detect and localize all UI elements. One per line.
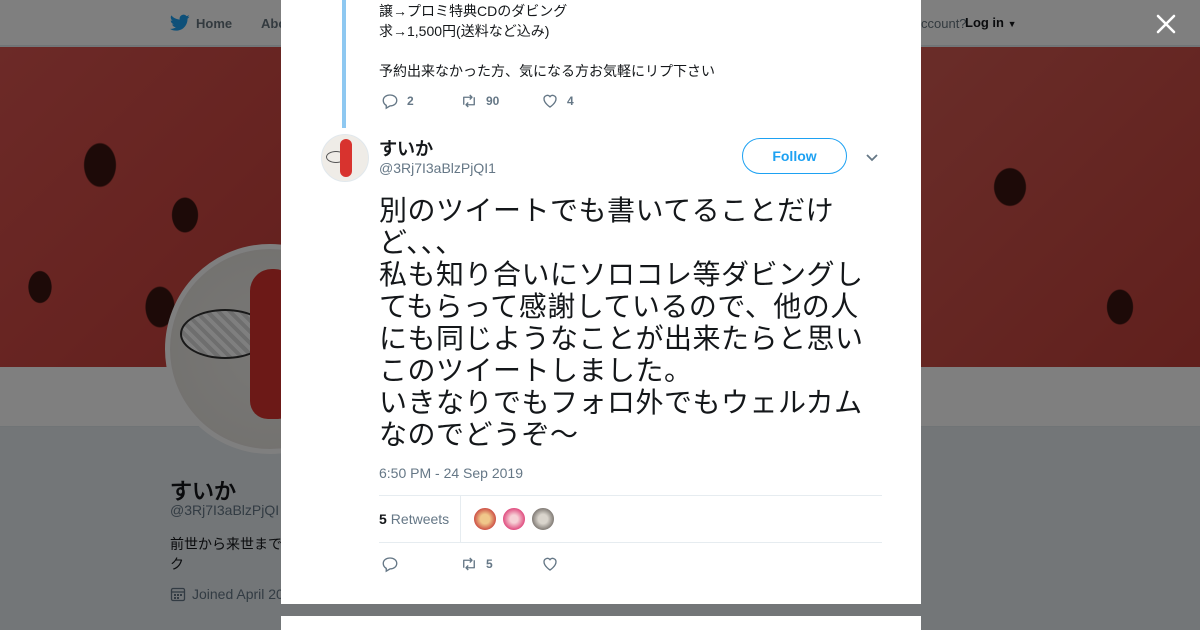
tweet-text-line: なのでどうぞ～ bbox=[379, 419, 579, 450]
tweet-actions: 5 bbox=[381, 555, 559, 573]
reply-icon bbox=[382, 557, 398, 573]
close-icon[interactable] bbox=[1152, 10, 1180, 38]
like-action[interactable]: 4 bbox=[541, 92, 574, 110]
like-count: 4 bbox=[567, 94, 574, 108]
avatar-drawing-body bbox=[340, 139, 352, 177]
previous-tweet-line: 求→1,500円(送料など込み) bbox=[379, 23, 550, 39]
retweets-label: Retweets bbox=[390, 511, 450, 527]
stats-divider bbox=[460, 496, 461, 542]
previous-tweet-text: 譲→プロミ特典CDのダビング 求→1,500円(送料など込み) 予約出来なかった… bbox=[379, 1, 715, 81]
retweet-count: 90 bbox=[486, 94, 500, 108]
reply-count: 2 bbox=[407, 94, 414, 108]
tweet-text-line: 別のツイートでも書いてることだけ bbox=[379, 195, 835, 226]
previous-tweet-line: 予約出来なかった方、気になる方お気軽にリプ下さい bbox=[379, 63, 715, 79]
retweet-icon bbox=[463, 94, 475, 108]
previous-tweet-line: 譲→プロミ特典CDのダビング bbox=[379, 3, 568, 19]
retweets-count: 5 bbox=[379, 511, 387, 527]
retweeter-avatar[interactable] bbox=[473, 507, 497, 531]
previous-tweet-actions: 2 90 4 bbox=[381, 92, 574, 110]
tweet-text-line: ど、、、 bbox=[379, 227, 464, 258]
reply-action[interactable] bbox=[381, 555, 460, 573]
like-icon bbox=[543, 94, 557, 108]
conversation-thread-line bbox=[342, 0, 346, 128]
retweet-action[interactable]: 5 bbox=[460, 555, 541, 573]
reply-action[interactable]: 2 bbox=[381, 92, 460, 110]
tweet-text-line: いきなりでもフォロ外でもウェルカム bbox=[379, 387, 863, 418]
next-tweet-panel bbox=[281, 616, 921, 630]
tweet-text-line: このツイートしました。 bbox=[379, 355, 693, 386]
tweet-timestamp[interactable]: 6:50 PM - 24 Sep 2019 bbox=[379, 465, 523, 481]
follow-button[interactable]: Follow bbox=[742, 138, 847, 174]
tweet-text-line: てもらって感謝しているので、他の人 bbox=[379, 291, 859, 322]
retweeter-avatar[interactable] bbox=[502, 507, 526, 531]
tweet-stats: 5 Retweets bbox=[379, 495, 882, 543]
tweet-text-line: 私も知り合いにソロコレ等ダビングし bbox=[379, 259, 864, 290]
tweet-author-avatar[interactable] bbox=[321, 134, 369, 182]
retweet-count: 5 bbox=[486, 557, 493, 571]
retweeter-avatar[interactable] bbox=[531, 507, 555, 531]
tweet-author-handle[interactable]: @3Rj7I3aBlzPjQI1 bbox=[379, 160, 496, 176]
tweet-text-line: にも同じようなことが出来たらと思い bbox=[379, 323, 864, 354]
like-action[interactable] bbox=[541, 555, 559, 573]
retweets-stat[interactable]: 5 Retweets bbox=[379, 511, 449, 527]
retweet-icon bbox=[463, 557, 475, 571]
previous-tweet-line bbox=[379, 41, 715, 61]
tweet-text: 別のツイートでも書いてることだけ ど、、、 私も知り合いにソロコレ等ダビングし … bbox=[379, 195, 869, 451]
reply-icon bbox=[382, 94, 398, 110]
like-icon bbox=[543, 557, 557, 571]
retweet-action[interactable]: 90 bbox=[460, 92, 541, 110]
tweet-author-name[interactable]: すいか bbox=[379, 135, 433, 161]
chevron-down-icon[interactable] bbox=[864, 149, 880, 165]
